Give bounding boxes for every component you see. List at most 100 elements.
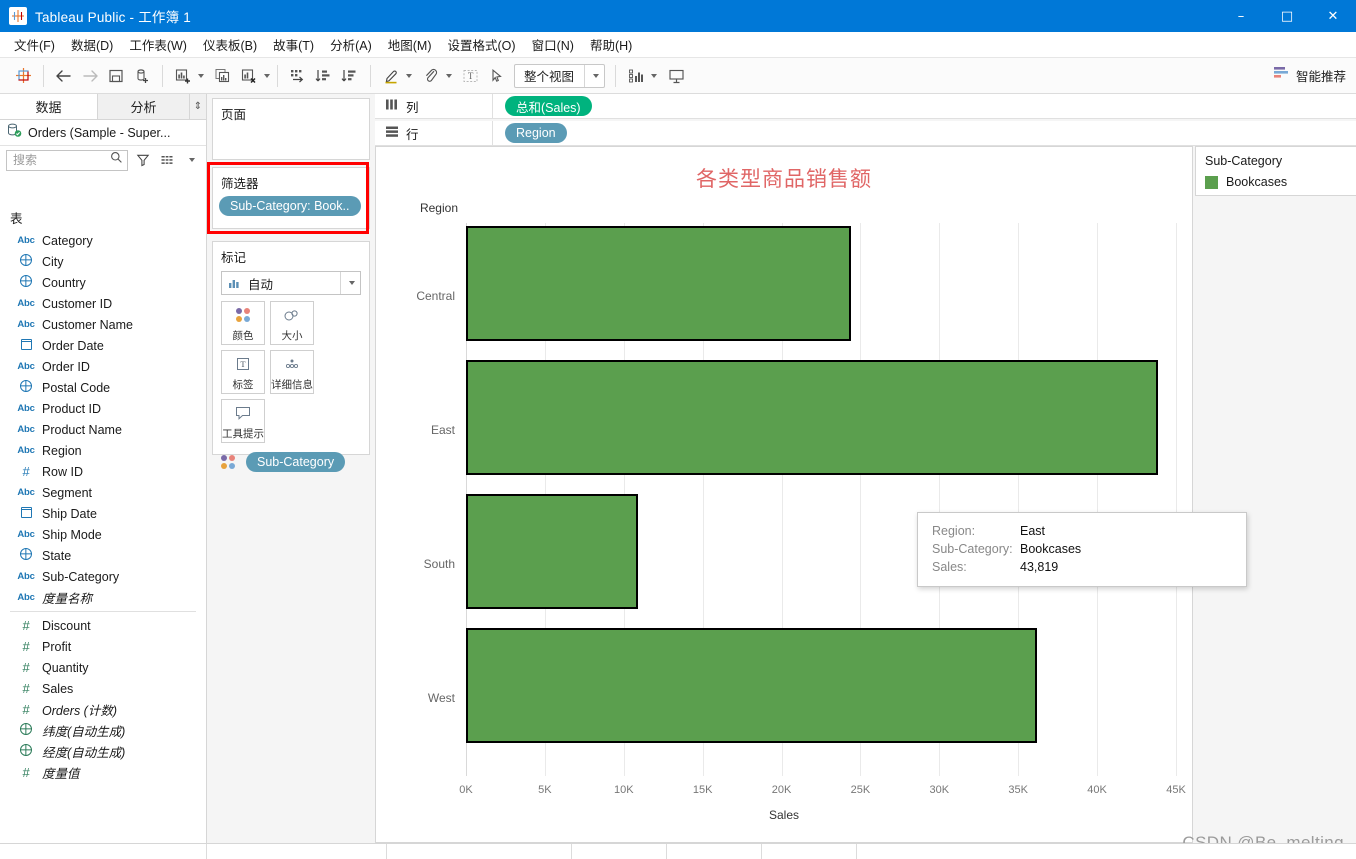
menu-help[interactable]: 帮助(H) xyxy=(582,32,640,57)
grid-view-icon[interactable] xyxy=(157,151,176,170)
columns-shelf[interactable]: 列 总和(Sales) xyxy=(375,94,1356,119)
chevron-down-icon[interactable] xyxy=(340,272,360,294)
field-country[interactable]: Country xyxy=(0,272,206,293)
show-me-icon[interactable] xyxy=(623,63,649,89)
sort-ascending-icon[interactable] xyxy=(311,63,337,89)
tableau-sparkle-icon[interactable] xyxy=(10,63,36,89)
tooltip-value: 43,819 xyxy=(1020,560,1059,574)
save-icon[interactable] xyxy=(103,63,129,89)
field-measure-values[interactable]: # 度量值 xyxy=(0,762,206,783)
viz-container[interactable]: 各类型商品销售额 Region Central East South West … xyxy=(375,146,1247,843)
chevron-down-icon[interactable] xyxy=(651,73,658,78)
tab-analytics[interactable]: 分析 xyxy=(98,94,190,119)
bar-west[interactable] xyxy=(466,628,1037,743)
rows-drop-zone[interactable]: Region xyxy=(493,121,1356,145)
legend-item-bookcases[interactable]: Bookcases xyxy=(1196,173,1356,195)
field-region[interactable]: Abc Region xyxy=(0,440,206,461)
field-quantity[interactable]: # Quantity xyxy=(0,657,206,678)
field-orders-count[interactable]: # Orders (计数) xyxy=(0,699,206,720)
pages-card[interactable]: 页面 xyxy=(212,98,370,160)
field-latitude[interactable]: 纬度(自动生成) xyxy=(0,720,206,741)
bar-south[interactable] xyxy=(466,494,638,609)
chevron-down-icon[interactable] xyxy=(264,73,270,78)
field-state[interactable]: State xyxy=(0,545,206,566)
chevron-down-icon[interactable] xyxy=(181,151,200,170)
chevron-down-icon[interactable] xyxy=(584,64,604,87)
chevron-down-icon[interactable] xyxy=(198,73,204,78)
bar-central[interactable] xyxy=(466,226,851,341)
new-data-source-icon[interactable] xyxy=(129,63,155,89)
plot-region[interactable] xyxy=(466,223,1177,776)
menu-worksheet[interactable]: 工作表(W) xyxy=(121,32,195,57)
pill-region[interactable]: Region xyxy=(505,123,567,143)
field-discount[interactable]: # Discount xyxy=(0,615,206,636)
field-customer-name[interactable]: Abc Customer Name xyxy=(0,314,206,335)
close-button[interactable]: ✕ xyxy=(1310,0,1356,32)
filters-card[interactable]: 筛选器 Sub-Category: Book.. xyxy=(212,167,370,229)
filter-pill-sub-category[interactable]: Sub-Category: Book.. xyxy=(219,196,361,216)
pill-sum-sales[interactable]: 总和(Sales) xyxy=(505,96,592,116)
menu-dashboard[interactable]: 仪表板(B) xyxy=(195,32,265,57)
field-product-id[interactable]: Abc Product ID xyxy=(0,398,206,419)
group-members-icon[interactable] xyxy=(418,63,444,89)
columns-drop-zone[interactable]: 总和(Sales) xyxy=(493,94,1356,118)
search-input[interactable] xyxy=(11,152,110,168)
field-ship-date[interactable]: Ship Date xyxy=(0,503,206,524)
field-product-name[interactable]: Abc Product Name xyxy=(0,419,206,440)
color-legend[interactable]: Sub-Category Bookcases xyxy=(1195,146,1356,196)
menu-analysis[interactable]: 分析(A) xyxy=(322,32,380,57)
field-customer-id[interactable]: Abc Customer ID xyxy=(0,293,206,314)
collapse-pane-icon[interactable]: ⇕ xyxy=(190,94,206,119)
menu-file[interactable]: 文件(F) xyxy=(6,32,63,57)
marks-label-button[interactable]: T 标签 xyxy=(221,350,265,394)
field-sales[interactable]: # Sales xyxy=(0,678,206,699)
field-segment[interactable]: Abc Segment xyxy=(0,482,206,503)
new-worksheet-icon[interactable] xyxy=(170,63,196,89)
bar-east[interactable] xyxy=(466,360,1158,475)
data-source-row[interactable]: Orders (Sample - Super... xyxy=(0,120,206,146)
field-order-date[interactable]: Order Date xyxy=(0,335,206,356)
marks-pill-sub-category[interactable]: Sub-Category xyxy=(246,452,346,472)
field-sub-category[interactable]: Abc Sub-Category xyxy=(0,566,206,587)
maximize-button[interactable]: □ xyxy=(1264,0,1310,32)
rows-shelf[interactable]: 行 Region xyxy=(375,121,1356,146)
field-row-id[interactable]: # Row ID xyxy=(0,461,206,482)
presentation-mode-icon[interactable] xyxy=(663,63,689,89)
show-mark-labels-icon[interactable]: T xyxy=(458,63,484,89)
field-ship-mode[interactable]: Abc Ship Mode xyxy=(0,524,206,545)
highlight-icon[interactable] xyxy=(378,63,404,89)
marks-type-select[interactable]: 自动 xyxy=(221,271,361,295)
chevron-down-icon[interactable] xyxy=(406,73,412,78)
menu-window[interactable]: 窗口(N) xyxy=(524,32,582,57)
tab-data[interactable]: 数据 xyxy=(0,94,98,119)
marks-detail-button[interactable]: 详细信息 xyxy=(270,350,314,394)
menu-story[interactable]: 故事(T) xyxy=(265,32,322,57)
menu-data[interactable]: 数据(D) xyxy=(63,32,121,57)
field-profit[interactable]: # Profit xyxy=(0,636,206,657)
marks-color-button[interactable]: 颜色 xyxy=(221,301,265,345)
menu-map[interactable]: 地图(M) xyxy=(380,32,440,57)
chevron-down-icon[interactable] xyxy=(446,73,452,78)
arrow-left-icon[interactable] xyxy=(51,63,77,89)
marks-size-button[interactable]: 大小 xyxy=(270,301,314,345)
clear-sheet-icon[interactable] xyxy=(236,63,262,89)
filter-funnel-icon[interactable] xyxy=(133,151,152,170)
minimize-button[interactable]: – xyxy=(1218,0,1264,32)
swap-rows-columns-icon[interactable] xyxy=(285,63,311,89)
arrow-right-icon[interactable] xyxy=(77,63,103,89)
field-order-id[interactable]: Abc Order ID xyxy=(0,356,206,377)
menu-format[interactable]: 设置格式(O) xyxy=(440,32,524,57)
marks-tooltip-button[interactable]: 工具提示 xyxy=(221,399,265,443)
field-category[interactable]: Abc Category xyxy=(0,230,206,251)
field-postal-code[interactable]: Postal Code xyxy=(0,377,206,398)
show-me-button[interactable]: 智能推荐 xyxy=(1273,65,1346,86)
field-measure-names[interactable]: Abc 度量名称 xyxy=(0,587,206,608)
field-city[interactable]: City xyxy=(0,251,206,272)
search-icon[interactable] xyxy=(110,151,123,169)
duplicate-sheet-icon[interactable] xyxy=(210,63,236,89)
sort-descending-icon[interactable] xyxy=(337,63,363,89)
search-box[interactable] xyxy=(6,149,128,171)
fit-view-select[interactable]: 整个视图 xyxy=(514,63,606,88)
field-longitude[interactable]: 经度(自动生成) xyxy=(0,741,206,762)
fix-axes-icon[interactable] xyxy=(484,63,510,89)
